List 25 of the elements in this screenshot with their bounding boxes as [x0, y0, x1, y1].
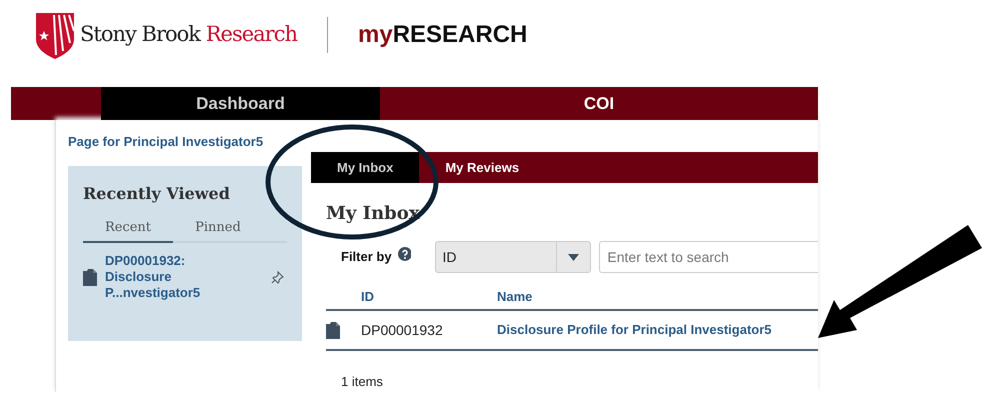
breadcrumb-link[interactable]: Page for Principal Investigator5	[68, 132, 311, 152]
shield-logo-icon	[34, 11, 76, 59]
help-icon[interactable]	[398, 247, 412, 261]
record-link[interactable]: Disclosure Profile for Principal Investigator5	[497, 320, 772, 340]
search-field[interactable]: Enter text to search	[599, 241, 818, 273]
inbox-tab[interactable]: My Inbox	[311, 152, 420, 183]
panel-tab[interactable]: Recent	[83, 218, 173, 243]
logo-text: Stony Brook Research	[80, 21, 297, 48]
document-icon	[83, 268, 99, 286]
document-icon	[326, 321, 342, 339]
panel-title: Recently Viewed	[83, 182, 231, 204]
column-header[interactable]: Name	[497, 287, 532, 307]
nav-tab[interactable]: Dashboard	[101, 87, 380, 120]
item-count: 1 items	[340, 373, 384, 391]
column-header[interactable]: ID	[361, 287, 497, 307]
filter-dropdown[interactable]: ID	[435, 241, 592, 273]
panel-tab[interactable]: Pinned	[173, 218, 263, 243]
filter-label: Filter by	[341, 248, 392, 266]
pin-icon[interactable]	[271, 270, 284, 284]
inbox-tab[interactable]: My Reviews	[419, 152, 546, 183]
inbox-title: My Inbox	[326, 202, 421, 226]
app-logo-text: myRESEARCH	[358, 20, 528, 50]
caret-icon	[568, 254, 580, 260]
recent-item-link[interactable]: DP00001932: Disclosure P...nvestigator5	[105, 253, 245, 301]
table-cell-text: DP00001932	[361, 320, 444, 340]
